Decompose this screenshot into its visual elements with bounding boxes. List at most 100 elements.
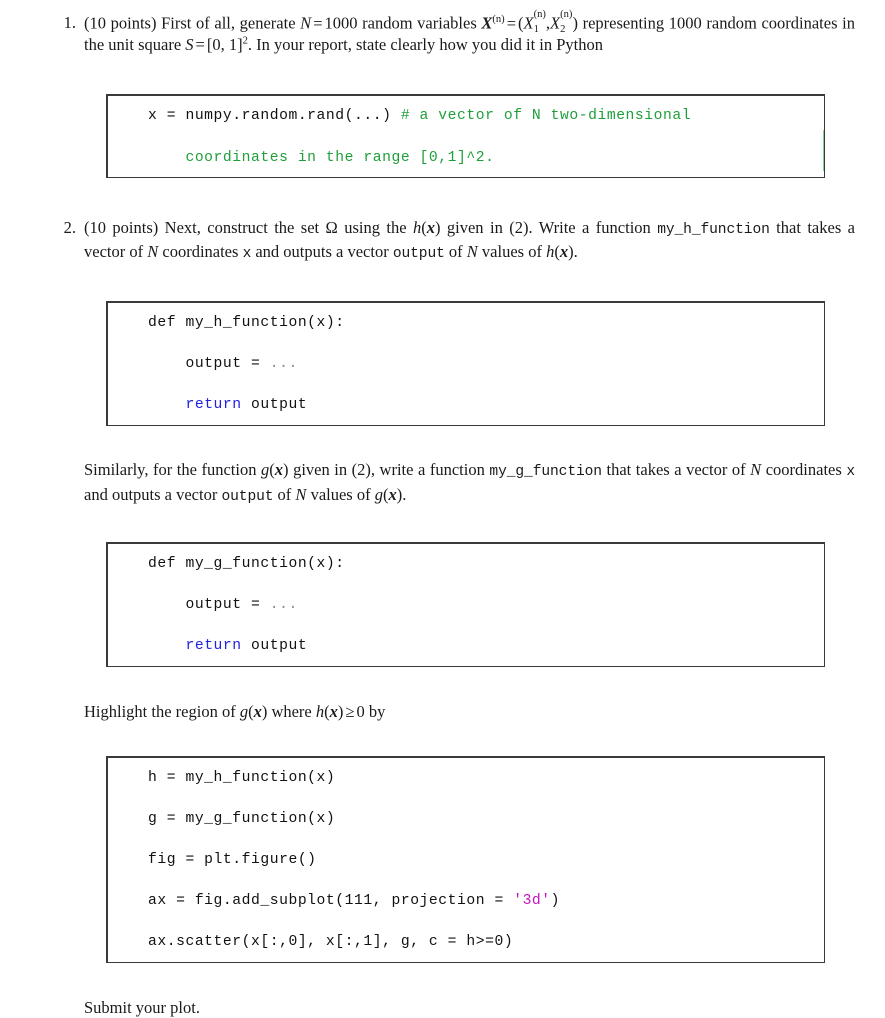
p1-text-1: First of all, generate	[161, 13, 301, 33]
code-block-3-wrapper: def my_g_function(x): output = ... retur…	[106, 541, 825, 667]
code-token-plain: )	[550, 893, 561, 910]
sim-g-arg: x	[274, 460, 284, 480]
code-block-2-wrapper: def my_h_function(x): output = ... retur…	[106, 300, 825, 426]
code-token-plain: g = my_g_function(x)	[148, 810, 336, 827]
code-block-my-g-function: def my_g_function(x): output = ... retur…	[106, 541, 825, 667]
code-token-plain: def my_g_function(x):	[148, 555, 345, 572]
highlight-paragraph: Highlight the region of g(x) where h(x) ≥…	[84, 701, 855, 723]
sim-g2: g	[374, 484, 383, 504]
p2-text-8: values of	[477, 242, 547, 262]
problem-2-statement: (10 points) Next, construct the set Ω us…	[84, 217, 855, 266]
sim-var-N2: N	[295, 484, 307, 504]
closing-line: Submit your plot.	[84, 997, 200, 1017]
p2-h2-arg: x	[559, 242, 569, 262]
p1-var-N: N	[300, 13, 312, 33]
code-token-plain: h = my_h_function(x)	[148, 769, 336, 786]
code-token-comment: # a vector of N two-dimensional	[400, 108, 692, 125]
p1-vec-X: X	[481, 13, 493, 33]
code-line: return output	[148, 636, 814, 657]
code-line: h = my_h_function(x)	[148, 768, 814, 789]
sim-arg-x: x	[846, 464, 855, 481]
problem-item-1: 1. (10 points) First of all, generate N =…	[52, 9, 855, 179]
code-token-plain: x = numpy.random.rand(...)	[148, 108, 401, 125]
hi-text-2: where	[267, 701, 316, 721]
p2-omega: Ω	[325, 217, 338, 237]
p1-interval: [0, 1]	[206, 35, 243, 55]
problem-number-1: 1.	[63, 13, 76, 32]
p2-var-N: N	[147, 242, 159, 262]
p2-text-6: and outputs a vector	[251, 242, 393, 262]
hi-text-1: Highlight the region of	[84, 701, 240, 721]
problem-list: 1. (10 points) First of all, generate N =…	[30, 9, 855, 1018]
sim-var-N: N	[750, 460, 762, 480]
code-token-comment: coordinates in the range [0,1]^2.	[148, 149, 495, 166]
sim-text-2: given in (2), write a function	[288, 460, 490, 480]
p2-text-1: Next, construct the set	[164, 217, 326, 237]
p1-vec-X-sup: (n)	[492, 14, 505, 26]
code-line: def my_h_function(x):	[148, 313, 814, 334]
code-line: g = my_g_function(x)	[148, 809, 814, 830]
code-line: fig = plt.figure()	[148, 850, 814, 871]
code-token-string: '3d'	[513, 893, 551, 910]
p1-X1-sup: (n)	[533, 9, 546, 21]
p2-h-arg: x	[426, 217, 435, 237]
code-token-keyword: return	[185, 396, 242, 413]
code-token-plain: output	[241, 396, 308, 413]
code-line: def my_g_function(x):	[148, 554, 814, 575]
p1-var-S: S	[185, 35, 194, 55]
p1-X2-sup: (n)	[560, 9, 573, 21]
p1-X1-sub: 1	[533, 24, 539, 36]
p1-X2-sub: 2	[560, 24, 566, 36]
p1-X1-supsub: (n) 1	[533, 9, 546, 34]
sim-text-3: that takes a vector of	[601, 460, 751, 480]
code-token-plain: ax.scatter(x[:,0], x[:,1], g, c = h>=0)	[148, 934, 514, 951]
problem-1-statement: (10 points) First of all, generate N = 100…	[84, 9, 855, 56]
code-line: x = numpy.random.rand(...) # a vector of…	[148, 106, 814, 127]
p1-text-4: . In your report, state clearly how you …	[247, 35, 604, 55]
code-line: output = ...	[148, 354, 814, 375]
sim-text-7: values of	[306, 484, 375, 504]
hi-h: h	[315, 701, 325, 721]
code-token-dim: ...	[269, 597, 298, 614]
code-token-plain: output =	[148, 355, 270, 372]
code-block-plot: h = my_h_function(x) g = my_g_function(x…	[106, 755, 825, 964]
p1-X2: X	[550, 13, 561, 33]
code-token-plain: fig = plt.figure()	[148, 852, 317, 869]
p2-out-name: output	[392, 246, 445, 263]
sim-out-name: output	[221, 488, 274, 505]
code-line: ax = fig.add_subplot(111, projection = '…	[148, 891, 814, 912]
code-line: output = ...	[148, 595, 814, 616]
p1-eq-2: =	[506, 13, 517, 33]
code-token-plain: def my_h_function(x):	[148, 314, 345, 331]
hi-g-arg: x	[253, 701, 262, 721]
code-line: ax.scatter(x[:,0], x[:,1], g, c = h>=0)	[148, 932, 814, 953]
p2-var-N2: N	[466, 242, 478, 262]
code-token-plain: ax = fig.add_subplot(111, projection =	[148, 893, 514, 910]
p1-eq-3: =	[195, 35, 205, 55]
p2-fn-name: my_h_function	[657, 221, 770, 238]
problem-number-2: 2.	[63, 217, 76, 237]
document-page: 1. (10 points) First of all, generate N =…	[0, 0, 885, 1016]
p2-text-7: of	[444, 242, 467, 262]
hi-h-arg: x	[329, 701, 338, 721]
p2-arg-x: x	[242, 246, 252, 263]
code-line: return output	[148, 395, 814, 416]
p1-val-N: 1000	[324, 13, 358, 33]
points-label-2: (10 points)	[84, 217, 159, 237]
sim-text-5: and outputs a vector	[84, 484, 222, 504]
sim-text-1: Similarly, for the function	[84, 460, 262, 480]
p2-text-9: .	[573, 242, 578, 262]
code-token-dim: ...	[269, 355, 298, 372]
p1-X1: X	[523, 13, 534, 33]
p2-text-5: coordinates	[158, 242, 243, 262]
sim-text-4: coordinates	[761, 460, 847, 480]
code-block-random-rand: x = numpy.random.rand(...) # a vector of…	[106, 94, 825, 179]
p1-text-2: random variables	[357, 13, 482, 33]
